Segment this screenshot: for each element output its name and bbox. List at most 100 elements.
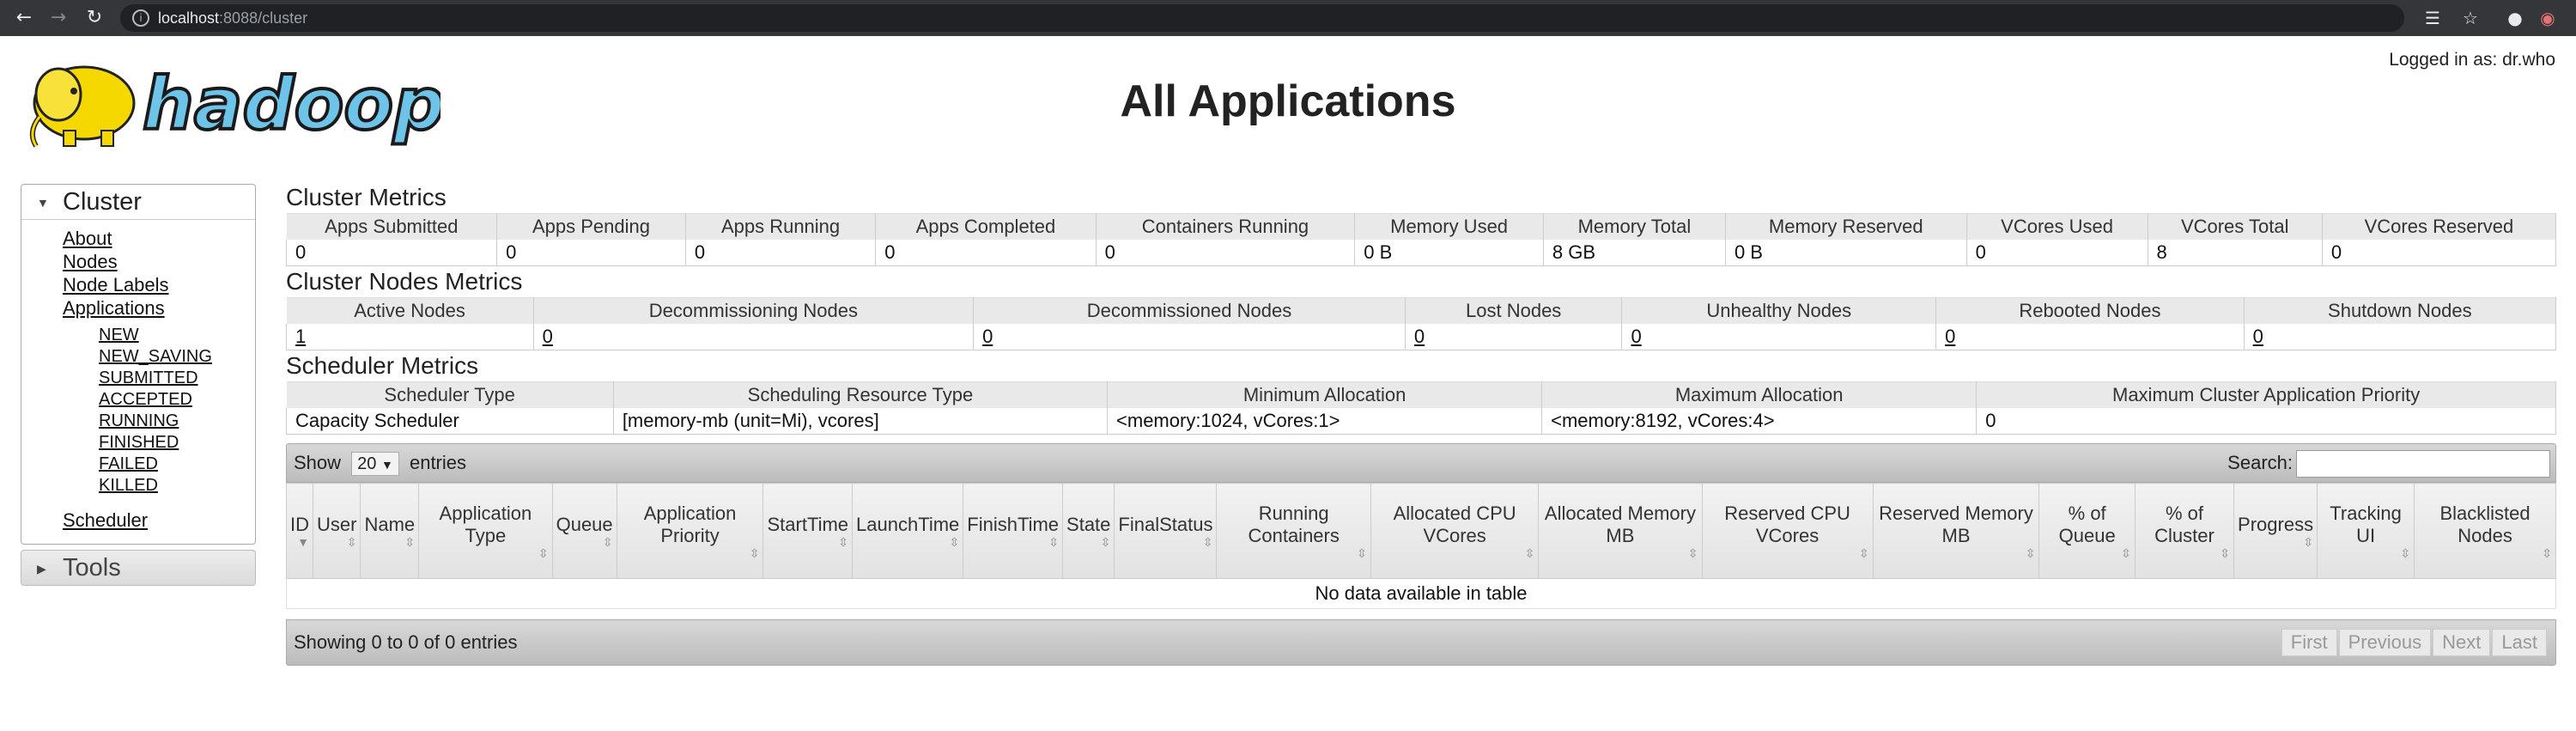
sort-icon[interactable]: ⇳ [364,536,415,548]
sort-icon[interactable]: ⇳ [1542,547,1698,559]
sort-icon[interactable]: ⇳ [2418,547,2552,559]
column-header[interactable]: Allocated Memory MB ⇳ [1538,483,1703,579]
star-icon[interactable]: ☆ [2456,0,2485,36]
sort-icon[interactable]: ⇳ [621,547,760,559]
column-label: Tracking UI [2330,503,2402,546]
pager-first-button[interactable]: First [2281,629,2337,656]
metric-value[interactable]: 0 [1404,324,1623,350]
applications-table: ID ▼ User ⇳ Name ⇳ Application Type ⇳ Queue ⇳ Appl… [286,483,2556,609]
column-header[interactable]: Running Containers ⇳ [1216,483,1371,579]
column-label: Running Containers [1248,503,1340,546]
sort-icon[interactable]: ⇳ [1118,536,1213,548]
column-header[interactable]: Tracking UI ⇳ [2317,483,2415,579]
column-header[interactable]: Progress ⇳ [2233,483,2318,579]
nav-link-about[interactable]: About [63,227,255,250]
nav-state-running[interactable]: RUNNING [99,411,255,432]
sort-icon[interactable]: ⇳ [856,536,960,548]
metric-value[interactable]: 0 [973,324,1406,350]
nav-state-submitted[interactable]: SUBMITTED [99,368,255,389]
nav-link-nodes[interactable]: Nodes [63,250,255,273]
column-header[interactable]: Application Priority ⇳ [616,483,764,579]
sort-icon[interactable]: ⇳ [2321,547,2410,559]
sort-icon[interactable]: ⇳ [317,536,357,548]
column-header[interactable]: StartTime ⇳ [762,483,854,579]
metric-value[interactable]: 0 [1935,324,2245,350]
column-header[interactable]: Reserved CPU VCores ⇳ [1701,483,1874,579]
column-header[interactable]: Blacklisted Nodes ⇳ [2414,483,2556,579]
sort-icon[interactable]: ⇳ [1066,536,1111,548]
nav-state-new-saving[interactable]: NEW_SAVING [99,346,255,368]
sort-icon[interactable]: ⇳ [2043,547,2131,559]
nav-state-accepted[interactable]: ACCEPTED [99,389,255,411]
column-header[interactable]: Application Type ⇳ [418,483,553,579]
address-bar[interactable]: i localhost:8088/cluster [120,4,2404,32]
column-header[interactable]: Reserved Memory MB ⇳ [1872,483,2040,579]
translate-icon[interactable]: ☰ [2418,0,2447,36]
sort-icon[interactable]: ⇳ [1375,547,1535,559]
nav-link-node-labels[interactable]: Node Labels [63,273,255,296]
column-header[interactable]: Allocated CPU VCores ⇳ [1370,483,1540,579]
metric-value[interactable]: 0 [2243,324,2557,350]
metric-link[interactable]: 0 [543,326,553,347]
column-header[interactable]: FinalStatus ⇳ [1114,483,1218,579]
extension-icon[interactable]: ◉ [2533,0,2562,36]
sort-icon[interactable]: ⇳ [2238,536,2313,548]
column-label: LaunchTime [856,514,960,535]
pager-previous-button[interactable]: Previous [2338,629,2432,656]
search-input[interactable] [2296,450,2550,478]
site-info-icon[interactable]: i [132,9,149,27]
metric-link[interactable]: 1 [295,326,306,347]
metric-link[interactable]: 0 [1945,326,1955,347]
metric-link[interactable]: 0 [1414,326,1425,347]
url-text[interactable]: localhost:8088/cluster [158,4,307,32]
metric-value[interactable]: 0 [1621,324,1937,350]
sort-icon[interactable]: ⇳ [1877,547,2036,559]
sort-icon[interactable]: ▼ [290,536,309,548]
nav-cluster-header[interactable]: ▼ Cluster [21,185,255,219]
profile-icon[interactable]: ● [2500,0,2530,36]
column-header[interactable]: % of Queue ⇳ [2038,483,2136,579]
sort-icon[interactable]: ⇳ [556,536,613,548]
nav-state-failed[interactable]: FAILED [99,454,255,475]
reload-icon[interactable]: ↻ [79,0,110,36]
page-size-select[interactable]: 20 ▼ [351,452,399,477]
metric-value[interactable]: 1 [286,324,534,350]
column-header[interactable]: % of Cluster ⇳ [2134,483,2235,579]
column-header[interactable]: User ⇳ [312,483,361,579]
column-header[interactable]: State ⇳ [1062,483,1115,579]
column-label: Application Priority [643,503,737,546]
forward-icon[interactable]: → [43,0,74,36]
metric-value[interactable]: 0 [532,324,975,350]
nav-link-applications[interactable]: Applications [63,296,255,320]
column-header[interactable]: LaunchTime ⇳ [852,483,964,579]
sort-icon[interactable]: ⇳ [422,547,549,559]
nav-link-scheduler[interactable]: Scheduler [63,509,255,532]
column-label: Application Type [439,503,532,546]
column-header[interactable]: FinishTime ⇳ [963,483,1064,579]
column-header[interactable]: Name ⇳ [360,483,420,579]
entries-label: entries [409,452,467,473]
back-icon[interactable]: ← [9,0,39,36]
nav-state-finished[interactable]: FINISHED [99,432,255,454]
sort-icon[interactable]: ⇳ [967,536,1059,548]
metric-value: <memory:8192, vCores:4> [1541,408,1978,435]
metric-value: 0 B [1724,240,1967,266]
pager-next-button[interactable]: Next [2433,629,2491,656]
pager-last-button[interactable]: Last [2492,629,2547,656]
nav-state-new[interactable]: NEW [99,325,255,346]
nav-tools-header[interactable]: ▶ Tools [21,551,255,585]
metric-link[interactable]: 0 [1631,326,1641,347]
sort-icon[interactable]: ⇳ [2139,547,2230,559]
sort-icon[interactable]: ⇳ [1706,547,1869,559]
metric-link[interactable]: 0 [2253,326,2263,347]
metric-link[interactable]: 0 [982,326,993,347]
nav-state-killed[interactable]: KILLED [99,475,255,496]
column-header[interactable]: ID ▼ [286,483,313,579]
column-label: User [317,514,357,535]
nav-tools-section[interactable]: ▶ Tools [21,550,256,586]
sort-icon[interactable]: ⇳ [1220,547,1367,559]
sort-icon[interactable]: ⇳ [767,536,848,548]
applications-table-wrapper: Show 20 ▼ entries Search: ID ▼ User ⇳ Name ⇳ A… [286,443,2556,666]
metric-value: 8 GB [1542,240,1726,266]
column-header[interactable]: Queue ⇳ [551,483,617,579]
